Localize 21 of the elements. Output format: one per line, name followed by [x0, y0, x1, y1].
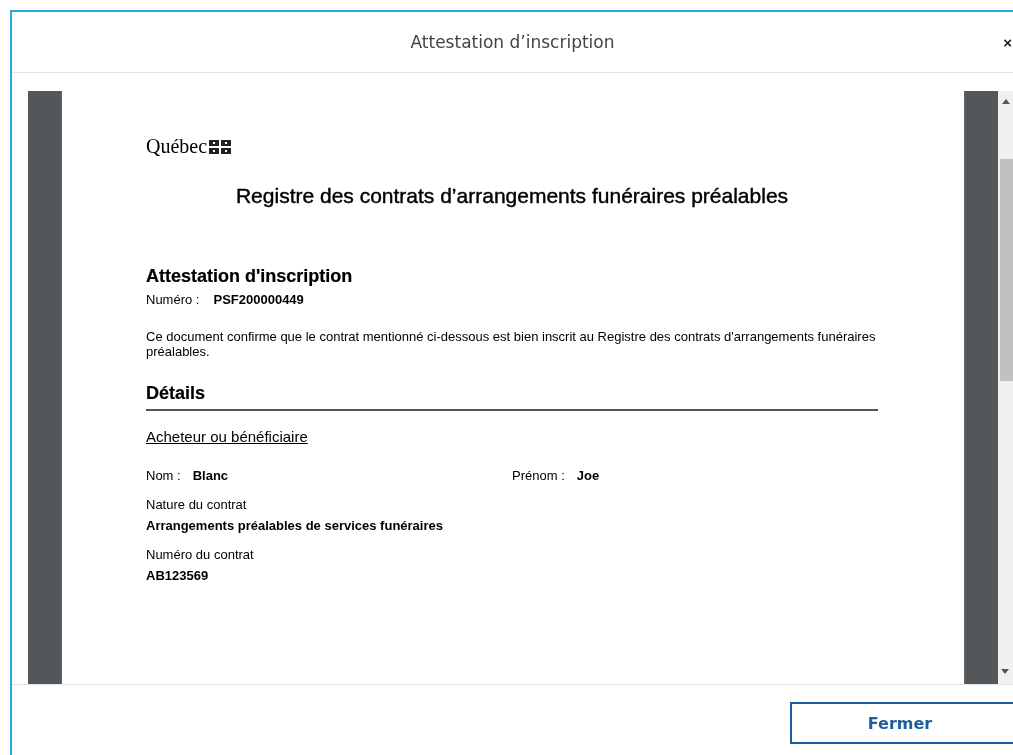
field-label: Nature du contrat — [146, 497, 248, 512]
field-value: Arrangements préalables de services funéraires — [146, 518, 444, 533]
field-value: Blanc — [192, 468, 229, 483]
number-value: PSF200000449 — [213, 292, 304, 307]
field-label: Nom : — [146, 468, 181, 483]
flag-icon — [209, 139, 232, 154]
section-title: Détails — [146, 383, 207, 404]
section-title: Attestation d'inscription — [146, 266, 354, 287]
field-label: Numéro du contrat — [146, 547, 255, 562]
field-label: Prénom : — [512, 468, 565, 483]
field-value: Joe — [576, 468, 600, 483]
document-heading: Registre des contrats d’arrangements funéraires préalables — [234, 184, 790, 208]
scrollbar[interactable] — [998, 91, 1013, 684]
dialog-title: Attestation d’inscription — [410, 32, 615, 52]
close-button[interactable]: × — [1002, 34, 1013, 51]
number-label: Numéro : — [146, 292, 200, 307]
field-value: AB123569 — [146, 568, 210, 583]
logo-text: Québec — [146, 135, 208, 158]
close-button[interactable]: Fermer — [790, 702, 1013, 744]
subsection-title: Acheteur ou bénéficiaire — [146, 428, 309, 445]
paragraph: Ce document confirme que le contrat mentionné ci-dessous est bien inscrit au Registre des contrats d'arrangements funéraires préalables. — [146, 329, 877, 359]
